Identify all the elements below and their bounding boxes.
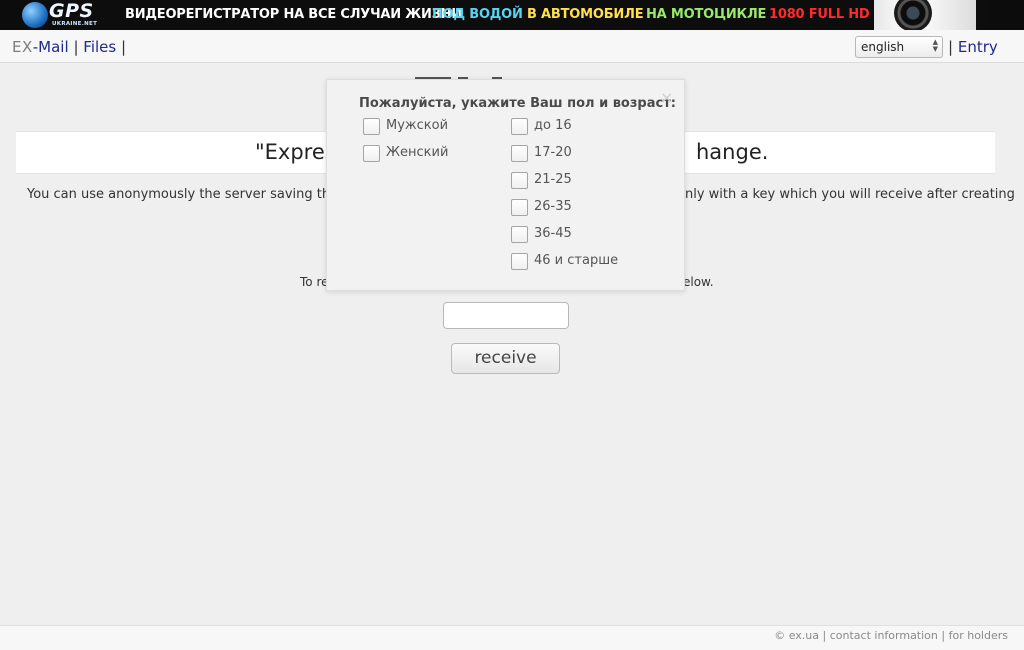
- footer-separator: |: [822, 629, 827, 642]
- language-select-value: english: [861, 40, 905, 54]
- checkbox[interactable]: [363, 118, 380, 135]
- checkbox[interactable]: [511, 199, 528, 216]
- nav-separator: |: [948, 38, 954, 56]
- checkbox[interactable]: [511, 145, 528, 162]
- option-label: 21-25: [534, 172, 572, 187]
- receive-instruction-start: To re: [300, 275, 329, 289]
- language-select[interactable]: english ▲ ▼: [855, 36, 943, 58]
- ad-banner[interactable]: GPS UKRAINE.NET ВИДЕОРЕГИСТРАТОР НА ВСЕ …: [0, 0, 1024, 32]
- key-input[interactable]: [443, 302, 569, 329]
- option-label: Мужской: [386, 118, 449, 133]
- banner-tag-moto: НА МОТОЦИКЛЕ: [646, 7, 767, 22]
- top-navbar: EX-Mail | Files | english ▲ ▼ | Entry: [0, 30, 1024, 63]
- gps-logo-text: GPS: [49, 0, 94, 22]
- files-link[interactable]: Files: [83, 38, 116, 56]
- banner-tag-car: В АВТОМОБИЛЕ: [527, 7, 644, 22]
- option-label: 46 и старше: [534, 253, 619, 268]
- gps-logo: GPS UKRAINE.NET: [22, 0, 104, 28]
- checkbox[interactable]: [511, 226, 528, 243]
- globe-icon: [22, 2, 48, 28]
- page-title-start: "Expres: [255, 140, 336, 164]
- nav-separator: |: [73, 38, 79, 56]
- checkbox[interactable]: [511, 253, 528, 270]
- option-label: 36-45: [534, 226, 572, 241]
- popup-title: Пожалуйста, укажите Ваш пол и возраст:: [359, 96, 676, 111]
- close-icon[interactable]: ×: [660, 88, 673, 107]
- updown-arrows-icon: ▲ ▼: [932, 38, 938, 53]
- banner-tag-hd: 1080 FULL HD: [769, 7, 870, 22]
- camera-lens-icon: [894, 0, 932, 32]
- for-holders-link[interactable]: for holders: [949, 629, 1008, 642]
- checkbox[interactable]: [363, 145, 380, 162]
- checkbox[interactable]: [511, 172, 528, 189]
- camera-image: [874, 0, 976, 32]
- survey-popup: Пожалуйста, укажите Ваш пол и возраст: ×…: [326, 79, 685, 291]
- checkbox[interactable]: [511, 118, 528, 135]
- option-label: до 16: [534, 118, 572, 133]
- mail-link[interactable]: -Mail: [33, 38, 69, 56]
- nav-left: EX-Mail | Files |: [12, 38, 126, 56]
- entry-link[interactable]: Entry: [958, 38, 998, 56]
- banner-headline: ВИДЕОРЕГИСТРАТОР НА ВСЕ СЛУЧАИ ЖИЗНИ: [125, 7, 463, 22]
- ex-logo[interactable]: EX: [12, 38, 33, 56]
- nav-separator: |: [120, 38, 127, 56]
- footer: © ex.ua | contact information | for hold…: [0, 625, 1024, 650]
- receive-button[interactable]: receive: [451, 343, 560, 374]
- contact-information-link[interactable]: contact information: [830, 629, 938, 642]
- page-title-end: hange.: [696, 140, 769, 164]
- option-label: 17-20: [534, 145, 572, 160]
- description-text-start: You can use anonymously the server savin…: [27, 187, 351, 202]
- footer-separator: |: [941, 629, 946, 642]
- gps-logo-subtext: UKRAINE.NET: [52, 21, 98, 27]
- option-label: Женский: [386, 145, 449, 160]
- receive-instruction-end: elow.: [683, 275, 714, 289]
- option-label: 26-35: [534, 199, 572, 214]
- description-text-end: nly with a key which you will receive af…: [685, 187, 1015, 202]
- banner-tag-water: ПОД ВОДОЙ: [432, 7, 523, 22]
- nav-right: | Entry: [948, 38, 998, 56]
- copyright-link[interactable]: © ex.ua: [774, 629, 819, 642]
- footer-links: © ex.ua | contact information | for hold…: [774, 629, 1008, 642]
- banner-content[interactable]: GPS UKRAINE.NET ВИДЕОРЕГИСТРАТОР НА ВСЕ …: [22, 0, 990, 32]
